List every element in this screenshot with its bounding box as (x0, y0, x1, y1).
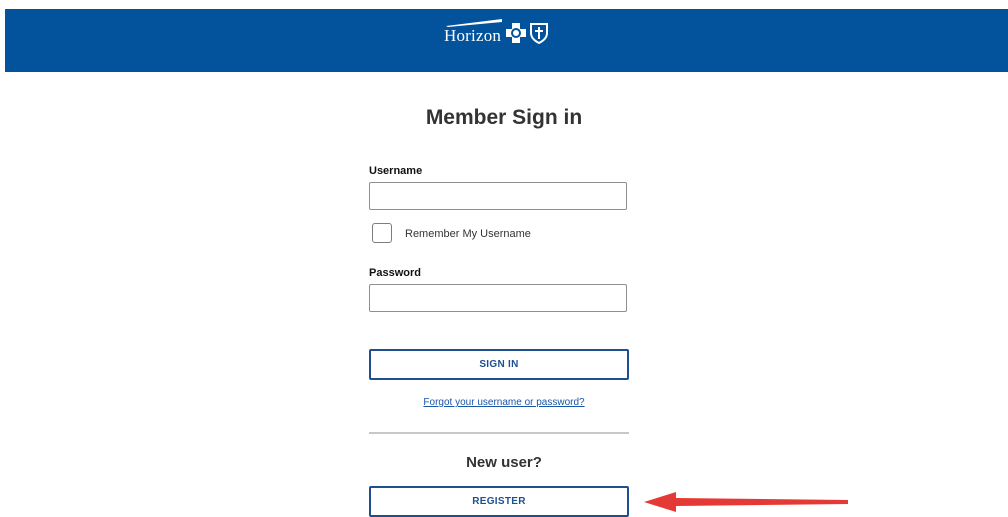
register-button[interactable]: REGISTER (369, 486, 629, 517)
blue-shield-icon (530, 23, 549, 44)
sign-in-button[interactable]: SIGN IN (369, 349, 629, 380)
username-input[interactable] (369, 182, 627, 210)
blue-cross-icon (506, 23, 527, 43)
annotation-arrow-icon (644, 492, 848, 512)
forgot-credentials-link[interactable]: Forgot your username or password? (0, 397, 1008, 408)
remember-username-checkbox[interactable] (372, 223, 392, 243)
horizon-logo[interactable]: Horizon (444, 18, 549, 48)
logo-text: Horizon (444, 26, 502, 45)
divider (369, 432, 629, 434)
password-input[interactable] (369, 284, 627, 312)
new-user-heading: New user? (466, 454, 542, 471)
logo-marks (505, 22, 549, 44)
remember-username-label: Remember My Username (405, 228, 531, 240)
page-title: Member Sign in (425, 106, 583, 129)
password-label: Password (369, 267, 421, 279)
username-label: Username (369, 165, 423, 177)
